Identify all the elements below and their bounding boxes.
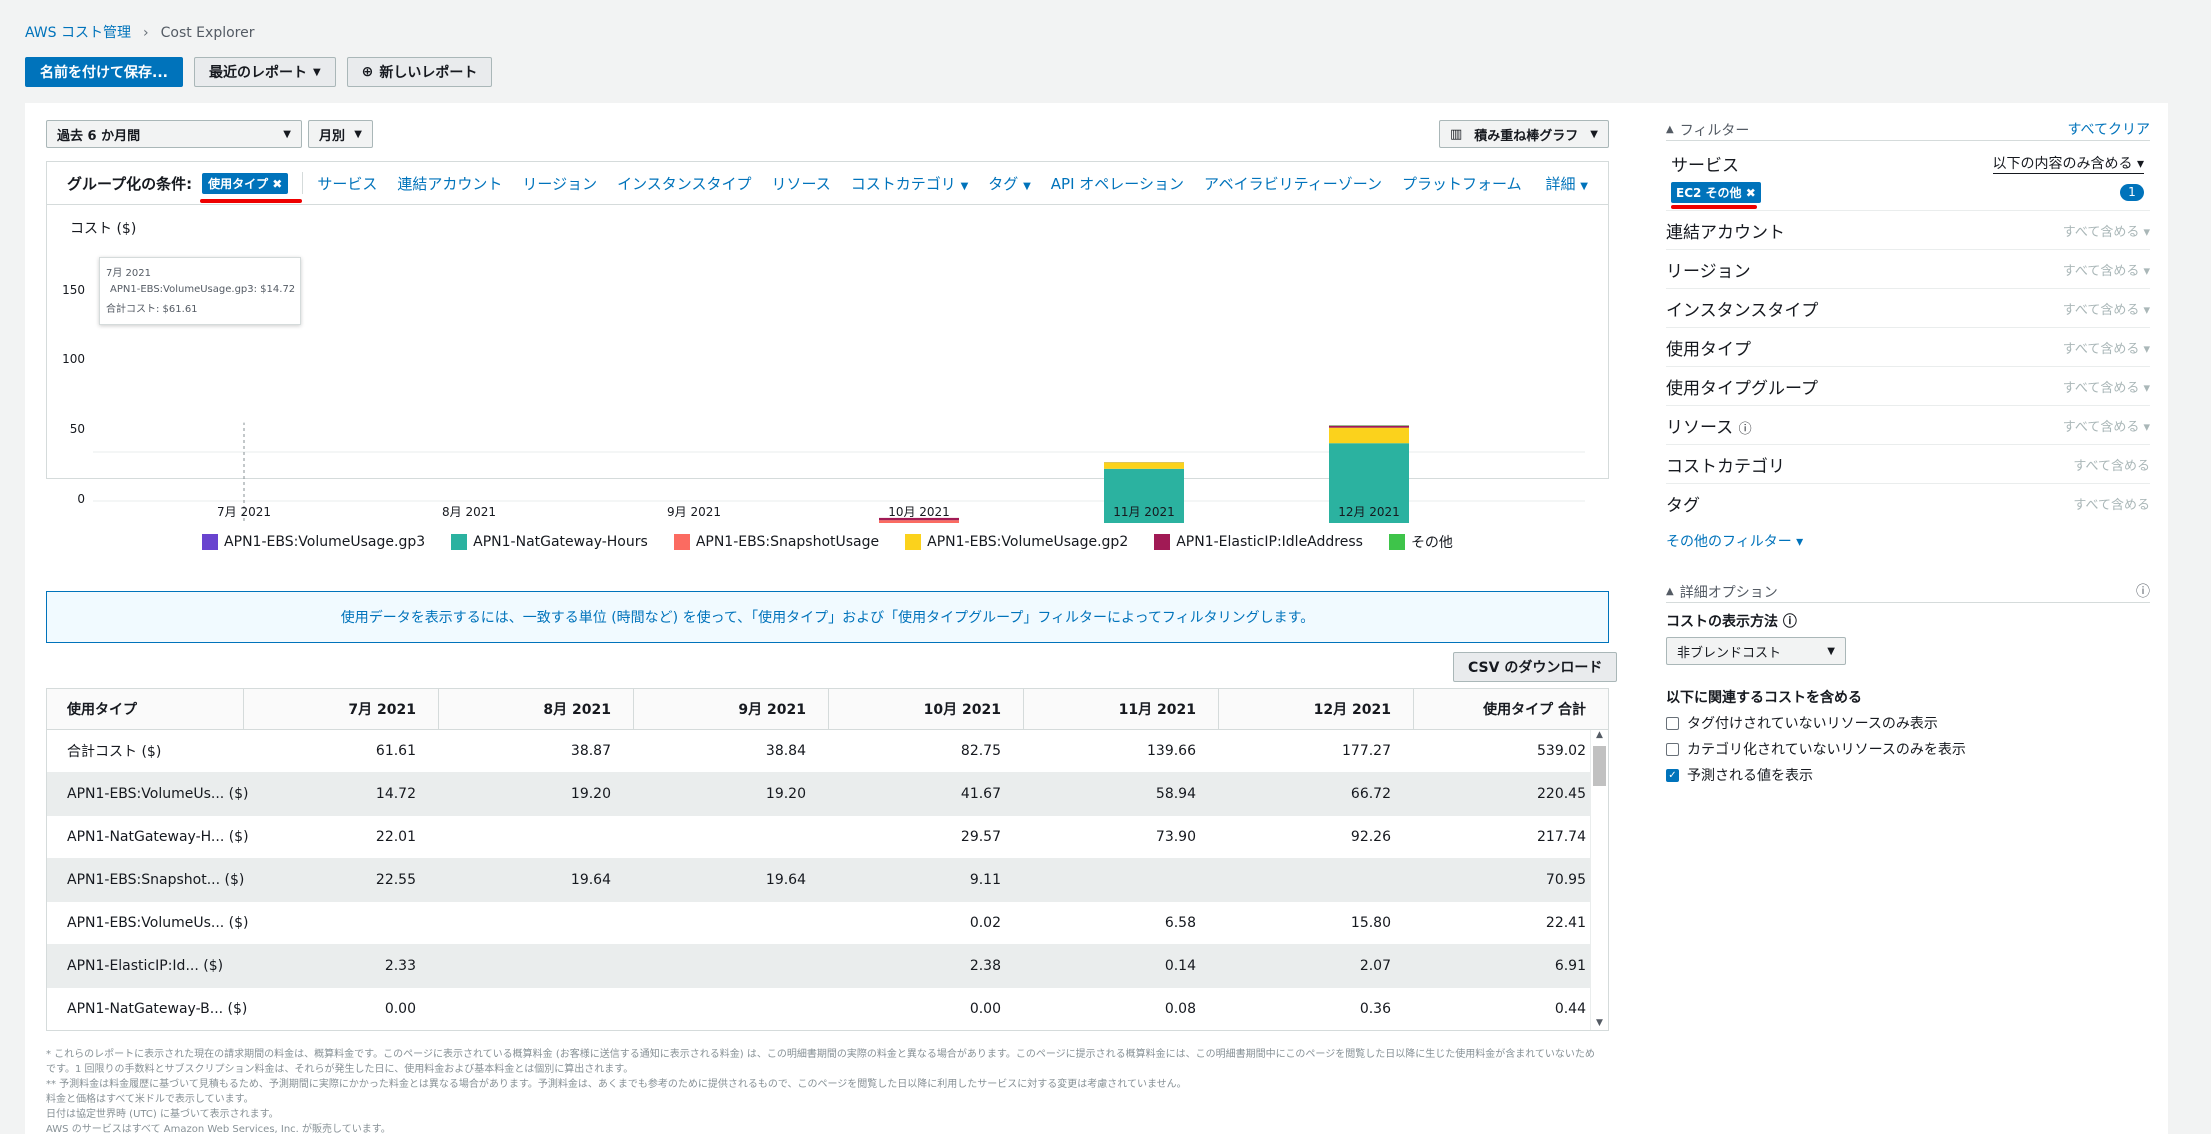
bar-segment: [1329, 425, 1409, 428]
plus-circle-icon: ⊕: [361, 64, 374, 80]
service-mode-select[interactable]: 以下の内容のみ含める ▾: [1992, 153, 2144, 174]
legend-item[interactable]: その他: [1388, 532, 1453, 552]
report-card: 過去 6 か月間 ▼ 月別 ▼ ▥ 積み重ね棒グラフ ▼ グループ化の条件: 使用タイプ…: [25, 103, 2168, 1134]
service-token[interactable]: EC2 その他 ✖: [1671, 182, 1761, 203]
col-header[interactable]: 10月 2021: [828, 689, 1023, 730]
chart-tooltip: 7月 2021 APN1-EBS:VolumeUsage.gp3: $14.72…: [99, 257, 301, 325]
filter-header: ▲ フィルター すべてクリア: [1666, 119, 2150, 141]
filter-tag[interactable]: タグ すべて含める: [1666, 484, 2150, 523]
checkbox: [1666, 716, 1679, 730]
tooltip-total: 合計コスト: $61.61: [106, 304, 198, 315]
annotation-underline: [1671, 205, 1757, 209]
chevron-right-icon: ›: [143, 25, 149, 41]
legend-swatch: [673, 534, 690, 550]
cost-method-select[interactable]: 非ブレンドコスト ▼: [1666, 637, 1846, 665]
service-filter: サービス 以下の内容のみ含める ▾ EC2 その他 ✖ 1: [1666, 149, 2150, 211]
x-tick: 12月 2021: [1338, 505, 1400, 519]
scroll-down-icon: ▼: [1596, 1018, 1603, 1028]
legend-swatch: [202, 534, 219, 550]
uncategorized-checkbox[interactable]: カテゴリ化されていないリソースのみを表示: [1666, 739, 2150, 759]
filter-usage-type[interactable]: 使用タイプ すべて含める ▾: [1666, 328, 2150, 367]
service-label: サービス: [1671, 156, 1739, 176]
x-tick: 9月 2021: [667, 505, 721, 519]
tooltip-line: APN1-EBS:VolumeUsage.gp3: $14.72: [110, 284, 296, 295]
x-tick: 7月 2021: [217, 505, 271, 519]
clear-all-link[interactable]: すべてクリア: [2068, 119, 2150, 140]
col-header[interactable]: 8月 2021: [438, 689, 633, 730]
info-banner: 使用データを表示するには、一致する単位 (時間など) を使って、「使用タイプ」お…: [46, 591, 1609, 643]
filter-linked-account[interactable]: 連結アカウント すべて含める ▾: [1666, 211, 2150, 250]
legend-item[interactable]: APN1-NatGateway-Hours: [451, 532, 648, 552]
caret-up-icon[interactable]: ▲: [1666, 586, 1674, 597]
include-label: 以下に関連するコストを含める: [1666, 690, 1862, 706]
caret-down-icon: ▼: [312, 66, 321, 78]
legend-swatch: [905, 534, 922, 550]
tooltip-month: 7月 2021: [106, 268, 151, 279]
legend-item[interactable]: APN1-EBS:SnapshotUsage: [673, 532, 879, 552]
col-header[interactable]: 12月 2021: [1218, 689, 1413, 730]
legend-item[interactable]: APN1-ElasticIP:IdleAddress: [1154, 532, 1363, 552]
table-row: APN1-EBS:Snapshot... ($) 22.55 19.64 19.64 9…: [47, 859, 1608, 902]
x-tick: 10月 2021: [888, 505, 950, 519]
filter-panel: ▲ フィルター すべてクリア サービス 以下の内容のみ含める ▾ EC2 その他 …: [1666, 119, 2150, 785]
footnotes: * これらのレポートに表示された現在の請求期間の料金は、概算料金です。このページ…: [46, 1049, 1595, 1134]
x-tick: 11月 2021: [1113, 505, 1175, 519]
filter-instance-type[interactable]: インスタンスタイプ すべて含める ▾: [1666, 289, 2150, 328]
scroll-thumb[interactable]: [1593, 746, 1606, 786]
table-row: APN1-EBS:VolumeUs... ($) 14.72 19.20 19.20 4…: [47, 773, 1608, 816]
table-scrollbar[interactable]: ▲ ▼: [1590, 730, 1608, 1030]
filter-count-badge: 1: [2120, 184, 2144, 201]
checkbox: [1666, 742, 1679, 756]
table-row: 合計コスト ($) 61.61 38.87 38.84 82.75 139.66 177.2…: [47, 730, 1608, 773]
bar-segment: [1329, 427, 1409, 444]
breadcrumb-root[interactable]: AWS コスト管理: [25, 25, 131, 41]
checkbox-checked: ✓: [1666, 768, 1679, 782]
cost-method-label: コストの表示方法 ⓘ: [1666, 614, 1797, 630]
info-icon[interactable]: ⓘ: [2136, 581, 2150, 602]
legend-item[interactable]: APN1-EBS:VolumeUsage.gp2: [905, 532, 1128, 552]
col-header[interactable]: 使用タイプ 合計: [1413, 689, 1608, 730]
new-report-button[interactable]: ⊕ 新しいレポート: [346, 57, 493, 87]
col-header[interactable]: 9月 2021: [633, 689, 828, 730]
col-header[interactable]: 使用タイプ: [47, 699, 243, 719]
table-row: APN1-ElasticIP:Id... ($) 2.33 2.38 0.14 2.07…: [47, 945, 1608, 988]
forecast-checkbox[interactable]: ✓ 予測される値を表示: [1666, 765, 2150, 785]
advanced-header: ▲ 詳細オプション ⓘ: [1666, 581, 2150, 603]
chart-legend: APN1-EBS:VolumeUsage.gp3 APN1-NatGateway…: [46, 532, 1609, 552]
table-row: APN1-EBS:VolumeUs... ($) 0.02 6.58 15.80 22.…: [47, 902, 1608, 945]
breadcrumb: AWS コスト管理 › Cost Explorer: [25, 22, 254, 42]
csv-download-button[interactable]: CSV のダウンロード: [1453, 652, 1618, 682]
info-icon: ⓘ: [1738, 421, 1752, 437]
cost-table: 使用タイプ 7月 2021 8月 2021 9月 2021 10月 2021 1…: [46, 688, 1609, 1031]
info-icon: ⓘ: [1782, 614, 1797, 630]
bar-segment: [879, 520, 959, 523]
recent-reports-button[interactable]: 最近のレポート ▼: [193, 57, 336, 87]
legend-swatch: [1154, 534, 1171, 550]
untagged-checkbox[interactable]: タグ付けされていないリソースのみ表示: [1666, 713, 2150, 733]
breadcrumb-current: Cost Explorer: [160, 25, 255, 41]
filter-usage-type-group[interactable]: 使用タイプグループ すべて含める ▾: [1666, 367, 2150, 406]
legend-swatch: [451, 534, 468, 550]
filter-resource[interactable]: リソース ⓘ すべて含める ▾: [1666, 406, 2150, 445]
caret-down-icon: ▼: [1827, 645, 1835, 657]
save-as-button[interactable]: 名前を付けて保存...: [25, 57, 183, 87]
table-row: APN1-NatGateway-H... ($) 22.01 29.57 73.90 9…: [47, 816, 1608, 859]
col-header[interactable]: 7月 2021: [243, 689, 438, 730]
more-filters-link[interactable]: その他のフィルター ▾: [1666, 531, 2150, 551]
bar-segment: [1104, 462, 1184, 469]
legend-item[interactable]: APN1-EBS:VolumeUsage.gp3: [202, 532, 425, 552]
scroll-up-icon: ▲: [1596, 730, 1603, 740]
table-header: 使用タイプ 7月 2021 8月 2021 9月 2021 10月 2021 1…: [47, 689, 1608, 730]
table-row: APN1-NatGateway-B... ($) 0.00 0.00 0.08 0.36…: [47, 988, 1608, 1030]
filter-cost-category[interactable]: コストカテゴリ すべて含める: [1666, 445, 2150, 484]
legend-swatch: [1388, 534, 1405, 550]
filter-region[interactable]: リージョン すべて含める ▾: [1666, 250, 2150, 289]
x-tick: 8月 2021: [442, 505, 496, 519]
col-header[interactable]: 11月 2021: [1023, 689, 1218, 730]
caret-up-icon[interactable]: ▲: [1666, 124, 1674, 135]
